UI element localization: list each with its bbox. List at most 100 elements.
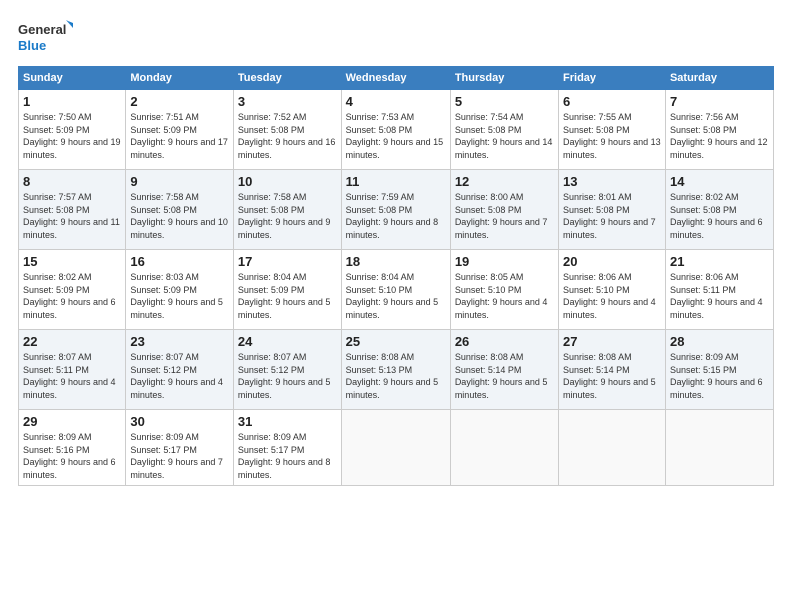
day-cell: 29 Sunrise: 8:09 AMSunset: 5:16 PMDayligh… [19, 410, 126, 486]
col-header-friday: Friday [559, 67, 666, 90]
day-number: 19 [455, 254, 554, 269]
day-number: 7 [670, 94, 769, 109]
day-number: 1 [23, 94, 121, 109]
day-cell: 2 Sunrise: 7:51 AMSunset: 5:09 PMDaylight… [126, 90, 234, 170]
day-info: Sunrise: 7:53 AMSunset: 5:08 PMDaylight:… [346, 111, 446, 161]
day-info: Sunrise: 8:08 AMSunset: 5:14 PMDaylight:… [455, 351, 554, 401]
day-info: Sunrise: 7:52 AMSunset: 5:08 PMDaylight:… [238, 111, 337, 161]
day-cell: 30 Sunrise: 8:09 AMSunset: 5:17 PMDayligh… [126, 410, 234, 486]
day-number: 18 [346, 254, 446, 269]
day-cell: 3 Sunrise: 7:52 AMSunset: 5:08 PMDaylight… [233, 90, 341, 170]
day-info: Sunrise: 8:09 AMSunset: 5:17 PMDaylight:… [238, 431, 337, 481]
day-info: Sunrise: 8:09 AMSunset: 5:17 PMDaylight:… [130, 431, 229, 481]
day-number: 25 [346, 334, 446, 349]
day-number: 22 [23, 334, 121, 349]
day-number: 13 [563, 174, 661, 189]
day-cell: 19 Sunrise: 8:05 AMSunset: 5:10 PMDayligh… [450, 250, 558, 330]
col-header-tuesday: Tuesday [233, 67, 341, 90]
day-cell: 4 Sunrise: 7:53 AMSunset: 5:08 PMDaylight… [341, 90, 450, 170]
day-number: 26 [455, 334, 554, 349]
week-row-4: 22Sunrise: 8:07 AMSunset: 5:11 PMDayligh… [19, 330, 774, 410]
day-cell: 11Sunrise: 7:59 AMSunset: 5:08 PMDayligh… [341, 170, 450, 250]
svg-text:Blue: Blue [18, 38, 46, 53]
day-cell: 17 Sunrise: 8:04 AMSunset: 5:09 PMDayligh… [233, 250, 341, 330]
logo: General Blue [18, 18, 73, 56]
day-info: Sunrise: 8:03 AMSunset: 5:09 PMDaylight:… [130, 271, 229, 321]
day-info: Sunrise: 7:51 AMSunset: 5:09 PMDaylight:… [130, 111, 229, 161]
day-cell: 9 Sunrise: 7:58 AMSunset: 5:08 PMDaylight… [126, 170, 234, 250]
day-info: Sunrise: 7:54 AMSunset: 5:08 PMDaylight:… [455, 111, 554, 161]
day-cell [341, 410, 450, 486]
day-info: Sunrise: 8:06 AMSunset: 5:11 PMDaylight:… [670, 271, 769, 321]
day-info: Sunrise: 8:05 AMSunset: 5:10 PMDaylight:… [455, 271, 554, 321]
day-info: Sunrise: 7:55 AMSunset: 5:08 PMDaylight:… [563, 111, 661, 161]
week-row-1: 1 Sunrise: 7:50 AMSunset: 5:09 PMDaylight… [19, 90, 774, 170]
day-info: Sunrise: 7:58 AMSunset: 5:08 PMDaylight:… [238, 191, 337, 241]
day-number: 5 [455, 94, 554, 109]
day-info: Sunrise: 8:04 AMSunset: 5:09 PMDaylight:… [238, 271, 337, 321]
col-header-thursday: Thursday [450, 67, 558, 90]
day-cell [665, 410, 773, 486]
day-info: Sunrise: 7:56 AMSunset: 5:08 PMDaylight:… [670, 111, 769, 161]
day-number: 16 [130, 254, 229, 269]
day-number: 17 [238, 254, 337, 269]
day-cell: 25Sunrise: 8:08 AMSunset: 5:13 PMDayligh… [341, 330, 450, 410]
day-cell: 7 Sunrise: 7:56 AMSunset: 5:08 PMDaylight… [665, 90, 773, 170]
col-header-wednesday: Wednesday [341, 67, 450, 90]
day-number: 23 [130, 334, 229, 349]
col-header-sunday: Sunday [19, 67, 126, 90]
day-info: Sunrise: 8:01 AMSunset: 5:08 PMDaylight:… [563, 191, 661, 241]
day-cell: 1 Sunrise: 7:50 AMSunset: 5:09 PMDaylight… [19, 90, 126, 170]
day-cell: 10 Sunrise: 7:58 AMSunset: 5:08 PMDayligh… [233, 170, 341, 250]
day-cell: 6Sunrise: 7:55 AMSunset: 5:08 PMDaylight… [559, 90, 666, 170]
day-cell: 31Sunrise: 8:09 AMSunset: 5:17 PMDayligh… [233, 410, 341, 486]
day-number: 30 [130, 414, 229, 429]
day-info: Sunrise: 8:09 AMSunset: 5:15 PMDaylight:… [670, 351, 769, 401]
day-info: Sunrise: 8:02 AMSunset: 5:09 PMDaylight:… [23, 271, 121, 321]
day-cell: 22Sunrise: 8:07 AMSunset: 5:11 PMDayligh… [19, 330, 126, 410]
day-info: Sunrise: 8:09 AMSunset: 5:16 PMDaylight:… [23, 431, 121, 481]
day-number: 27 [563, 334, 661, 349]
day-number: 14 [670, 174, 769, 189]
day-info: Sunrise: 8:06 AMSunset: 5:10 PMDaylight:… [563, 271, 661, 321]
day-number: 24 [238, 334, 337, 349]
day-number: 3 [238, 94, 337, 109]
day-info: Sunrise: 8:04 AMSunset: 5:10 PMDaylight:… [346, 271, 446, 321]
day-info: Sunrise: 8:08 AMSunset: 5:14 PMDaylight:… [563, 351, 661, 401]
day-number: 9 [130, 174, 229, 189]
week-row-3: 15Sunrise: 8:02 AMSunset: 5:09 PMDayligh… [19, 250, 774, 330]
day-cell: 8 Sunrise: 7:57 AMSunset: 5:08 PMDaylight… [19, 170, 126, 250]
week-row-5: 29 Sunrise: 8:09 AMSunset: 5:16 PMDayligh… [19, 410, 774, 486]
header: General Blue [18, 18, 774, 56]
day-cell: 20 Sunrise: 8:06 AMSunset: 5:10 PMDayligh… [559, 250, 666, 330]
day-info: Sunrise: 7:58 AMSunset: 5:08 PMDaylight:… [130, 191, 229, 241]
day-number: 2 [130, 94, 229, 109]
day-cell [559, 410, 666, 486]
page: General Blue SundayMondayTuesdayWednesda… [0, 0, 792, 496]
day-number: 29 [23, 414, 121, 429]
day-cell: 14Sunrise: 8:02 AMSunset: 5:08 PMDayligh… [665, 170, 773, 250]
day-info: Sunrise: 8:07 AMSunset: 5:12 PMDaylight:… [238, 351, 337, 401]
svg-text:General: General [18, 22, 66, 37]
day-info: Sunrise: 7:57 AMSunset: 5:08 PMDaylight:… [23, 191, 121, 241]
day-cell: 23 Sunrise: 8:07 AMSunset: 5:12 PMDayligh… [126, 330, 234, 410]
day-info: Sunrise: 8:07 AMSunset: 5:12 PMDaylight:… [130, 351, 229, 401]
day-number: 20 [563, 254, 661, 269]
day-cell: 21 Sunrise: 8:06 AMSunset: 5:11 PMDayligh… [665, 250, 773, 330]
day-cell: 12 Sunrise: 8:00 AMSunset: 5:08 PMDayligh… [450, 170, 558, 250]
day-number: 12 [455, 174, 554, 189]
day-cell: 5 Sunrise: 7:54 AMSunset: 5:08 PMDaylight… [450, 90, 558, 170]
day-cell: 16 Sunrise: 8:03 AMSunset: 5:09 PMDayligh… [126, 250, 234, 330]
day-number: 21 [670, 254, 769, 269]
day-cell: 27 Sunrise: 8:08 AMSunset: 5:14 PMDayligh… [559, 330, 666, 410]
day-number: 4 [346, 94, 446, 109]
logo-svg: General Blue [18, 18, 73, 56]
day-cell [450, 410, 558, 486]
col-header-monday: Monday [126, 67, 234, 90]
day-info: Sunrise: 8:00 AMSunset: 5:08 PMDaylight:… [455, 191, 554, 241]
day-number: 10 [238, 174, 337, 189]
day-cell: 28Sunrise: 8:09 AMSunset: 5:15 PMDayligh… [665, 330, 773, 410]
day-number: 11 [346, 174, 446, 189]
day-info: Sunrise: 7:50 AMSunset: 5:09 PMDaylight:… [23, 111, 121, 161]
day-number: 8 [23, 174, 121, 189]
